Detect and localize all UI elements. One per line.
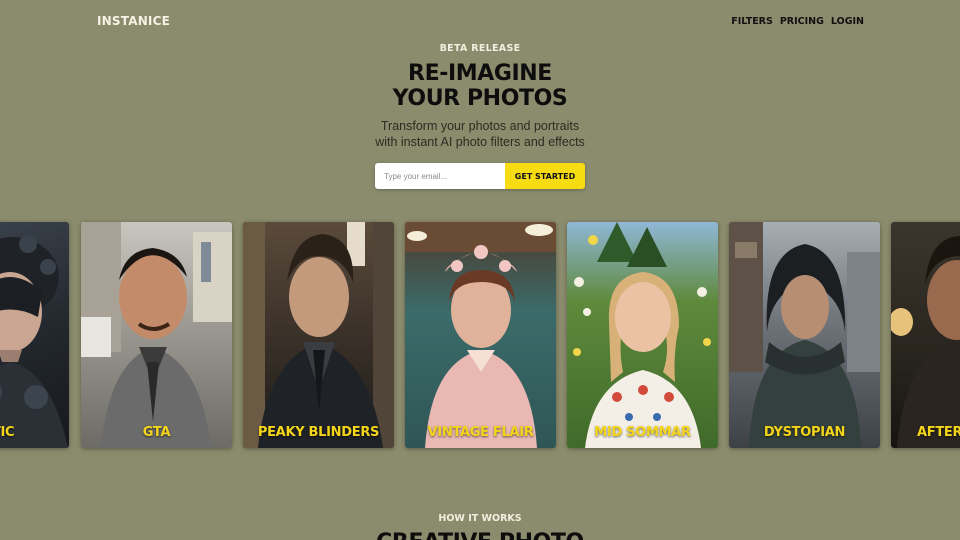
gta-portrait-image	[81, 222, 232, 448]
hero-title-line-1: RE-IMAGINE	[408, 61, 552, 86]
filter-card-label: PEAKY BLINDERS	[257, 425, 380, 440]
get-started-button[interactable]: GET STARTED	[505, 163, 585, 189]
beta-badge: BETA RELEASE	[439, 43, 521, 54]
filter-card-mid-sommar[interactable]: MID SOMMAR	[567, 222, 718, 448]
how-it-works-badge: HOW IT WORKS	[438, 513, 522, 524]
nav-filters-link[interactable]: FILTERS	[731, 16, 773, 27]
filter-card-after[interactable]: AFTER	[891, 222, 960, 448]
vintage-flair-portrait-image	[405, 222, 556, 448]
landing-page: INSTANICE FILTERS PRICING LOGIN BETA REL…	[0, 0, 960, 540]
filter-card-vintage-flair[interactable]: VINTAGE FLAIR	[405, 222, 556, 448]
filter-card-dystopian[interactable]: DYSTOPIAN	[729, 222, 880, 448]
filter-card-label: NETIC	[0, 425, 15, 440]
brand-logo[interactable]: INSTANICE	[97, 14, 170, 28]
peaky-blinders-portrait-image	[243, 222, 394, 448]
top-nav: FILTERS PRICING LOGIN	[731, 16, 864, 27]
email-signup-form: GET STARTED	[375, 163, 585, 189]
filter-card-gta[interactable]: GTA	[81, 222, 232, 448]
filter-card-label: VINTAGE FLAIR	[427, 425, 534, 440]
mid-sommar-portrait-image	[573, 222, 711, 448]
filter-card-peaky-blinders[interactable]: PEAKY BLINDERS	[243, 222, 394, 448]
filter-card-label: AFTER	[917, 425, 960, 440]
hero-subtitle-line-2: with instant AI photo filters and effect…	[375, 135, 585, 149]
after-portrait-image	[891, 236, 960, 448]
genetic-portrait-image	[0, 235, 68, 448]
filter-card-label: DYSTOPIAN	[763, 425, 846, 440]
dystopian-portrait-image	[729, 222, 880, 448]
filter-carousel: NETIC GTA	[0, 222, 960, 449]
filter-card-genetic[interactable]: NETIC	[0, 222, 69, 448]
hero-title: RE-IMAGINE YOUR PHOTOS	[0, 61, 960, 111]
hero-title-line-2: YOUR PHOTOS	[392, 86, 568, 111]
nav-pricing-link[interactable]: PRICING	[780, 16, 824, 27]
filter-card-label: MID SOMMAR	[594, 425, 691, 440]
hero-subtitle: Transform your photos and portraits with…	[0, 118, 960, 150]
hero-subtitle-line-1: Transform your photos and portraits	[380, 119, 580, 133]
email-input[interactable]	[375, 163, 505, 189]
nav-login-link[interactable]: LOGIN	[831, 16, 864, 27]
how-it-works-title: CREATIVE PHOTO	[0, 530, 960, 540]
filter-card-label: GTA	[142, 425, 171, 440]
